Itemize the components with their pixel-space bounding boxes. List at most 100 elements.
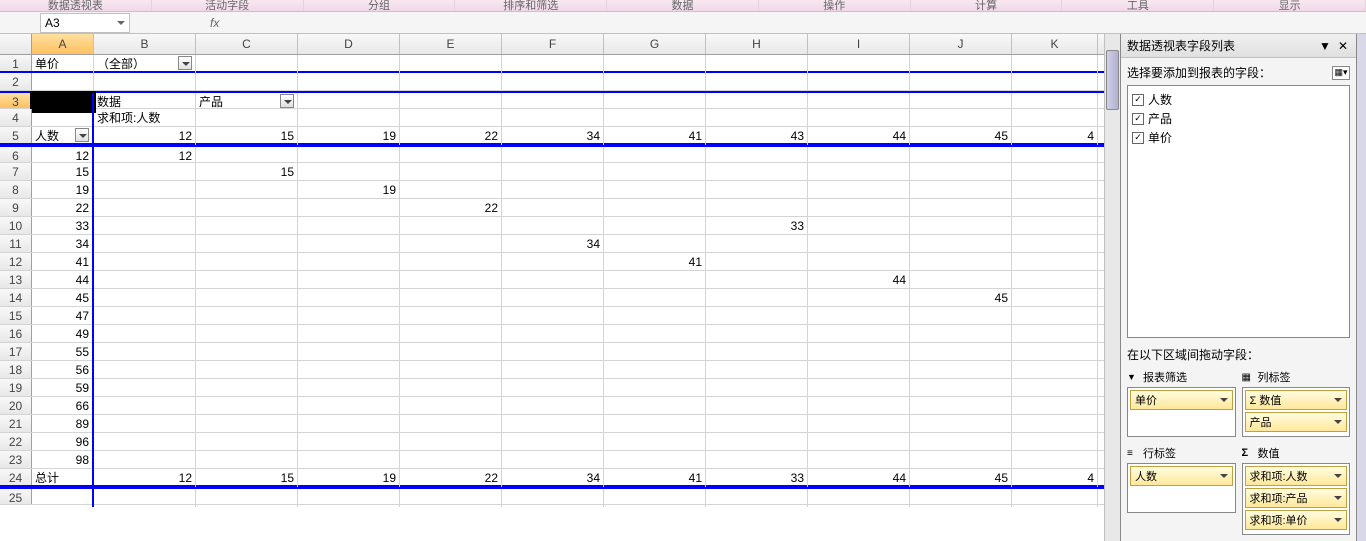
cell[interactable] (298, 361, 400, 379)
cell[interactable]: 22 (400, 199, 502, 217)
cell[interactable]: 44 (808, 271, 910, 289)
row-header[interactable]: 9 (0, 199, 32, 216)
area-item[interactable]: 产品 (1245, 412, 1348, 432)
cell[interactable] (400, 235, 502, 253)
cell[interactable] (298, 325, 400, 343)
row-header[interactable]: 10 (0, 217, 32, 234)
cell[interactable] (910, 433, 1012, 451)
cell[interactable] (400, 451, 502, 469)
layout-options-icon[interactable]: ▦▾ (1332, 66, 1350, 80)
cell[interactable] (604, 415, 706, 433)
cell[interactable] (910, 361, 1012, 379)
cell[interactable] (604, 451, 706, 469)
cell[interactable] (502, 489, 604, 507)
cell[interactable] (94, 433, 196, 451)
columns-area[interactable]: 列标签 Σ 数值产品 (1242, 367, 1351, 437)
ribbon-tab[interactable]: 排序和筛选 (455, 0, 607, 11)
cell[interactable] (706, 235, 808, 253)
cell[interactable] (502, 199, 604, 217)
cell[interactable] (298, 415, 400, 433)
cell[interactable] (196, 289, 298, 307)
cell[interactable] (1012, 271, 1098, 289)
cell[interactable] (910, 307, 1012, 325)
cell[interactable] (808, 325, 910, 343)
cell[interactable] (604, 433, 706, 451)
cell[interactable] (604, 217, 706, 235)
cell[interactable]: 34 (502, 127, 604, 145)
cell[interactable] (196, 325, 298, 343)
cell[interactable]: 15 (196, 163, 298, 181)
cell[interactable] (706, 271, 808, 289)
cell[interactable] (706, 361, 808, 379)
cell[interactable]: 19 (298, 127, 400, 145)
cell[interactable] (1012, 55, 1098, 73)
cell[interactable] (1012, 379, 1098, 397)
cell[interactable] (94, 199, 196, 217)
cell[interactable] (808, 163, 910, 181)
cell[interactable] (196, 271, 298, 289)
cell[interactable] (808, 415, 910, 433)
select-all-corner[interactable] (0, 34, 32, 54)
cell[interactable] (298, 199, 400, 217)
cell[interactable] (604, 343, 706, 361)
cell[interactable] (94, 307, 196, 325)
cell[interactable] (706, 199, 808, 217)
column-header[interactable]: B (94, 34, 196, 54)
cell[interactable] (196, 361, 298, 379)
cell[interactable] (196, 253, 298, 271)
cell[interactable] (400, 307, 502, 325)
cell[interactable] (400, 433, 502, 451)
row-header[interactable]: 17 (0, 343, 32, 360)
row-header[interactable]: 4 (0, 109, 32, 126)
cell[interactable] (706, 109, 808, 127)
cell[interactable] (196, 73, 298, 91)
row-header[interactable]: 3 (0, 93, 32, 108)
cell[interactable] (706, 307, 808, 325)
ribbon-tab[interactable]: 工具 (1062, 0, 1214, 11)
cell[interactable]: 47 (32, 307, 94, 325)
cell[interactable] (808, 235, 910, 253)
filter-area[interactable]: 报表筛选 单价 (1127, 367, 1236, 437)
cell[interactable] (910, 415, 1012, 433)
cell[interactable] (196, 199, 298, 217)
cell[interactable]: 15 (196, 469, 298, 487)
cell[interactable] (706, 73, 808, 91)
cell[interactable] (400, 217, 502, 235)
cell[interactable] (706, 415, 808, 433)
cell[interactable] (94, 271, 196, 289)
cell[interactable]: 45 (910, 127, 1012, 145)
cell[interactable] (808, 199, 910, 217)
ribbon-tab[interactable]: 数据透视表 (0, 0, 152, 11)
ribbon-tab[interactable]: 数据 (607, 0, 759, 11)
chevron-down-icon[interactable] (1334, 398, 1342, 402)
cell[interactable] (502, 415, 604, 433)
cell[interactable] (1012, 289, 1098, 307)
cell[interactable] (1012, 397, 1098, 415)
cell[interactable] (1012, 199, 1098, 217)
filter-dropdown-icon[interactable] (178, 56, 192, 70)
cell[interactable] (910, 217, 1012, 235)
ribbon-tab[interactable]: 显示 (1214, 0, 1366, 11)
row-header[interactable]: 2 (0, 73, 32, 90)
cell[interactable] (604, 325, 706, 343)
row-header[interactable]: 12 (0, 253, 32, 270)
row-header[interactable]: 13 (0, 271, 32, 288)
row-header[interactable]: 24 (0, 469, 32, 485)
row-header[interactable]: 11 (0, 235, 32, 252)
cell[interactable]: 41 (604, 253, 706, 271)
cell[interactable] (604, 289, 706, 307)
cell[interactable]: 33 (32, 217, 94, 235)
cell[interactable]: 人数 (32, 127, 94, 145)
cell[interactable]: 单价 (32, 55, 94, 73)
row-header[interactable]: 8 (0, 181, 32, 198)
cell[interactable] (298, 217, 400, 235)
chevron-down-icon[interactable]: ▼ (1318, 39, 1332, 53)
cell[interactable]: 41 (604, 469, 706, 487)
row-header[interactable]: 25 (0, 489, 32, 504)
cell[interactable] (196, 451, 298, 469)
cell[interactable] (502, 289, 604, 307)
area-item[interactable]: 单价 (1130, 390, 1233, 410)
cell[interactable] (94, 163, 196, 181)
cell[interactable]: 43 (706, 127, 808, 145)
cell[interactable]: 41 (32, 253, 94, 271)
